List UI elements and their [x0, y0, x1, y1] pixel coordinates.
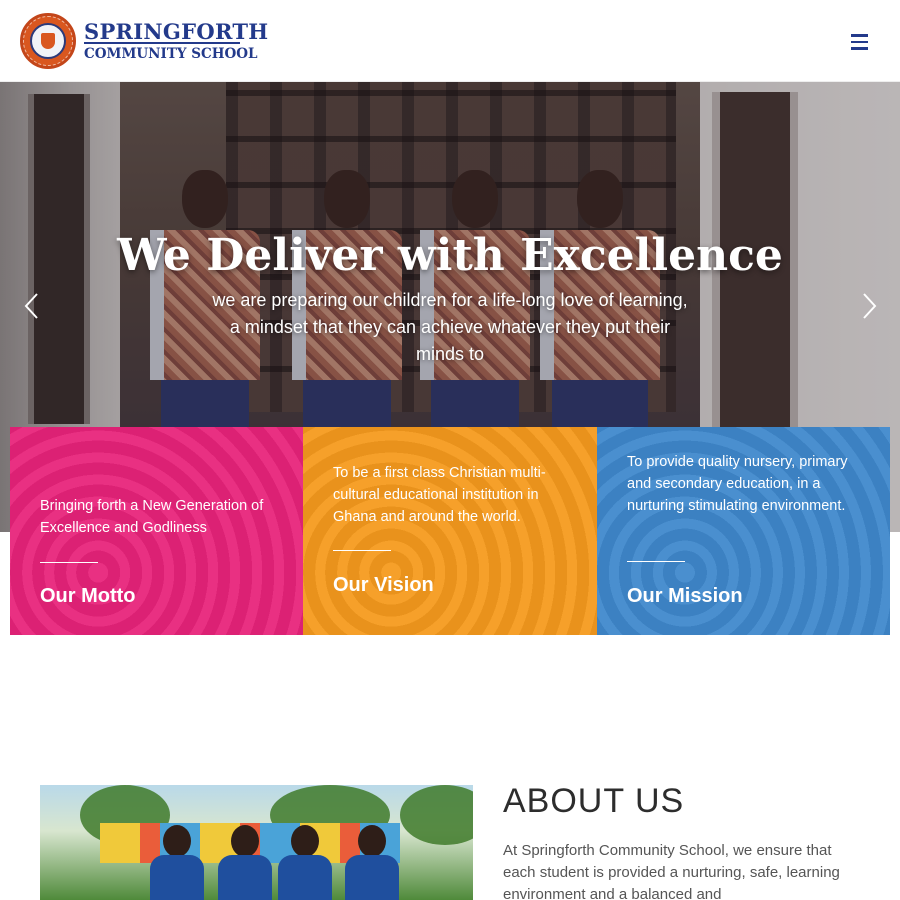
motto-divider — [40, 562, 98, 563]
mission-divider — [627, 561, 685, 562]
palm-tree — [400, 785, 473, 845]
motto-text: Bringing forth a New Generation of Excel… — [40, 498, 264, 536]
hero-title: We Deliver with Excellence — [117, 230, 783, 281]
brand-subtitle[interactable]: COMMUNITY SCHOOL — [84, 46, 257, 62]
mission-title: Our Mission — [627, 585, 743, 607]
card-texture — [303, 427, 597, 635]
motto-card[interactable]: Bringing forth a New Generation of Excel… — [10, 427, 304, 635]
school-logo[interactable] — [20, 13, 76, 69]
menu-bar — [851, 47, 868, 50]
about-student — [218, 825, 272, 900]
vision-divider — [333, 550, 391, 551]
site-header: SPRINGFORTH COMMUNITY SCHOOL — [0, 0, 900, 82]
vision-card[interactable]: To be a first class Christian multi-cult… — [303, 427, 597, 635]
student-head — [163, 825, 191, 857]
student-body — [278, 855, 332, 900]
chevron-left-icon[interactable] — [20, 292, 44, 320]
student-head — [291, 825, 319, 857]
chevron-right-icon[interactable] — [857, 292, 881, 320]
brand-name[interactable]: SPRINGFORTH — [84, 19, 268, 44]
mission-text: To provide quality nursery, primary and … — [627, 454, 848, 514]
vision-text: To be a first class Christian multi-cult… — [333, 465, 546, 525]
about-student — [345, 825, 399, 900]
student-head — [358, 825, 386, 857]
student-body — [345, 855, 399, 900]
about-text: At Springforth Community School, we ensu… — [503, 842, 840, 900]
logo-crest — [30, 23, 66, 59]
menu-bar — [851, 34, 868, 37]
about-student — [150, 825, 204, 900]
student-head — [231, 825, 259, 857]
about-photo — [40, 785, 473, 900]
about-student — [278, 825, 332, 900]
student-body — [218, 855, 272, 900]
student-body — [150, 855, 204, 900]
hero-subtitle: we are preparing our children for a life… — [212, 290, 688, 364]
vision-title: Our Vision — [333, 574, 434, 596]
mission-card[interactable]: To provide quality nursery, primary and … — [597, 427, 890, 635]
brand-divider — [84, 42, 240, 44]
about-title: ABOUT US — [503, 782, 685, 820]
menu-bar — [851, 40, 868, 43]
motto-title: Our Motto — [40, 585, 136, 607]
feature-boxes: Bringing forth a New Generation of Excel… — [10, 427, 890, 635]
shield-icon — [41, 33, 55, 49]
hamburger-menu-icon[interactable] — [848, 30, 872, 52]
